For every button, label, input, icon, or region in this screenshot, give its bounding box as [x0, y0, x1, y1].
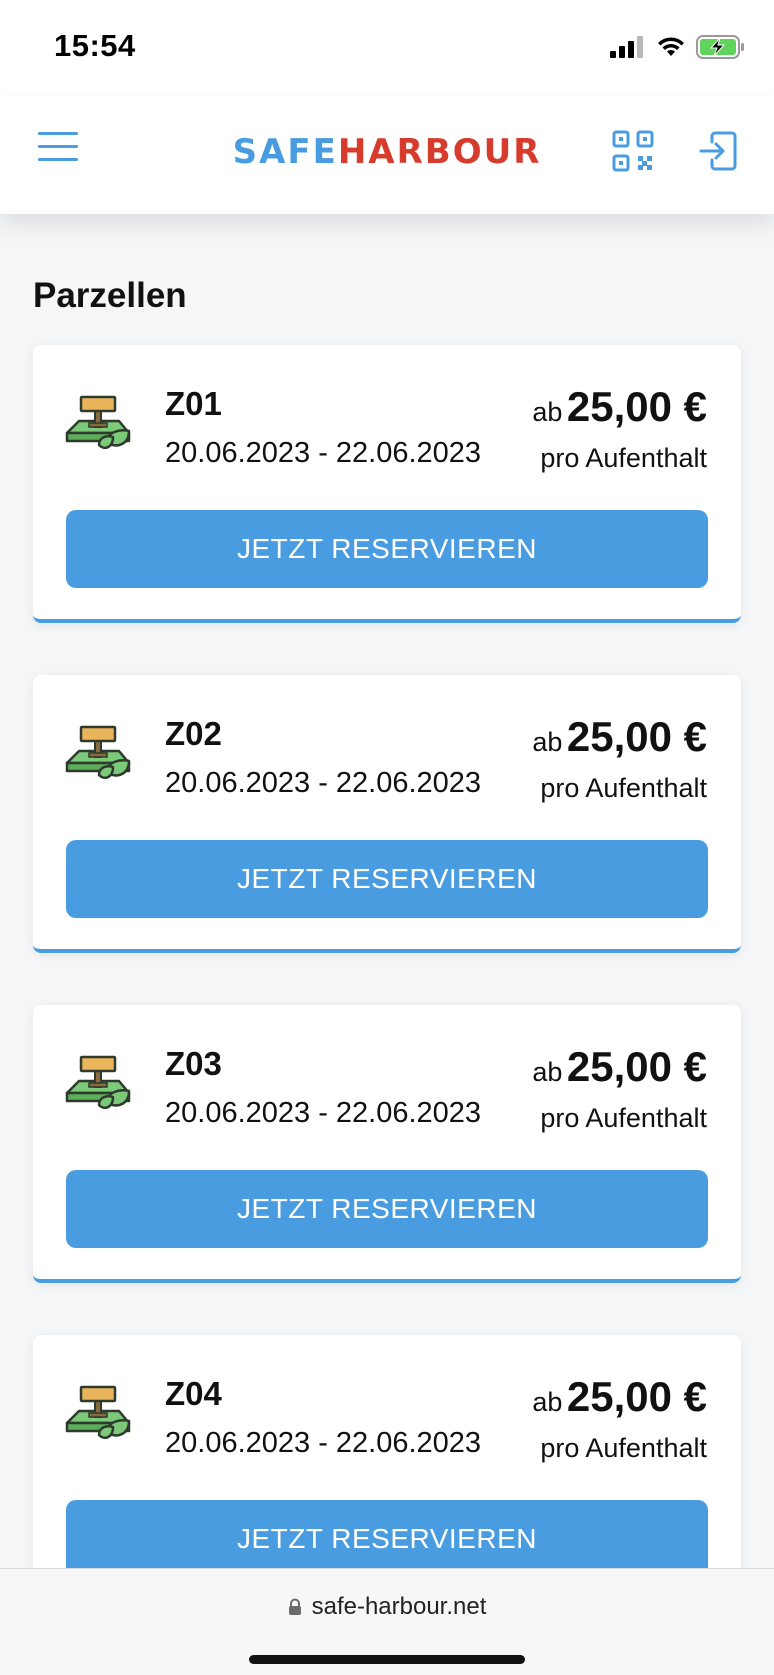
cellular-signal-icon — [610, 36, 643, 58]
plot-card: Z01 20.06.2023 - 22.06.2023 ab 25,00 € p… — [33, 345, 741, 623]
price-prefix: ab — [532, 397, 563, 427]
home-indicator[interactable] — [249, 1655, 525, 1664]
plot-name: Z04 — [165, 1375, 222, 1412]
price-unit: pro Aufenthalt — [540, 443, 707, 473]
campsite-plot-icon — [65, 1055, 131, 1109]
logo-part-harbour: HARBOUR — [337, 132, 542, 172]
price-prefix: ab — [532, 1387, 563, 1417]
plot-name: Z01 — [165, 385, 222, 422]
price-value: 25,00 € — [566, 383, 707, 430]
reserve-button[interactable]: JETZT RESERVIEREN — [66, 840, 708, 918]
qr-scan-button[interactable] — [612, 130, 654, 172]
brand-logo[interactable]: SAFEHARBOUR — [0, 132, 774, 172]
reserve-button[interactable]: JETZT RESERVIEREN — [66, 1500, 708, 1578]
plot-name: Z03 — [165, 1045, 222, 1082]
plot-dates: 20.06.2023 - 22.06.2023 — [165, 767, 482, 799]
campsite-plot-icon — [65, 725, 131, 779]
url-display[interactable]: safe-harbour.net — [0, 1593, 774, 1621]
login-icon — [699, 131, 737, 171]
plot-card: Z02 20.06.2023 - 22.06.2023 ab 25,00 € p… — [33, 675, 741, 953]
app-header: SAFEHARBOUR — [0, 96, 774, 214]
qr-code-icon — [612, 130, 654, 172]
reserve-button[interactable]: JETZT RESERVIEREN — [66, 1170, 708, 1248]
browser-address-bar: safe-harbour.net — [0, 1568, 774, 1675]
url-text: safe-harbour.net — [311, 1593, 487, 1620]
login-button[interactable] — [698, 130, 738, 172]
campsite-plot-icon — [65, 395, 131, 449]
status-icons — [610, 34, 746, 60]
plot-dates: 20.06.2023 - 22.06.2023 — [165, 437, 482, 469]
logo-part-safe: SAFE — [232, 132, 338, 172]
status-time: 15:54 — [54, 28, 136, 63]
plot-name: Z02 — [165, 715, 222, 752]
price-unit: pro Aufenthalt — [540, 1433, 707, 1463]
price-line: ab 25,00 € — [532, 713, 707, 761]
price-unit: pro Aufenthalt — [540, 1103, 707, 1133]
plot-dates: 20.06.2023 - 22.06.2023 — [165, 1097, 482, 1129]
reserve-button[interactable]: JETZT RESERVIEREN — [66, 510, 708, 588]
price-prefix: ab — [532, 727, 563, 757]
status-bar: 15:54 — [0, 0, 774, 96]
wifi-icon — [658, 37, 684, 56]
price-value: 25,00 € — [566, 1373, 707, 1420]
price-value: 25,00 € — [566, 713, 707, 760]
price-value: 25,00 € — [566, 1043, 707, 1090]
price-unit: pro Aufenthalt — [540, 773, 707, 803]
plot-dates: 20.06.2023 - 22.06.2023 — [165, 1427, 482, 1459]
price-prefix: ab — [532, 1057, 563, 1087]
price-line: ab 25,00 € — [532, 383, 707, 431]
campsite-plot-icon — [65, 1385, 131, 1439]
plot-card: Z03 20.06.2023 - 22.06.2023 ab 25,00 € p… — [33, 1005, 741, 1283]
price-line: ab 25,00 € — [532, 1043, 707, 1091]
lock-icon — [288, 1598, 301, 1615]
page-title: Parzellen — [33, 276, 187, 315]
battery-charging-icon — [696, 35, 744, 59]
price-line: ab 25,00 € — [532, 1373, 707, 1421]
